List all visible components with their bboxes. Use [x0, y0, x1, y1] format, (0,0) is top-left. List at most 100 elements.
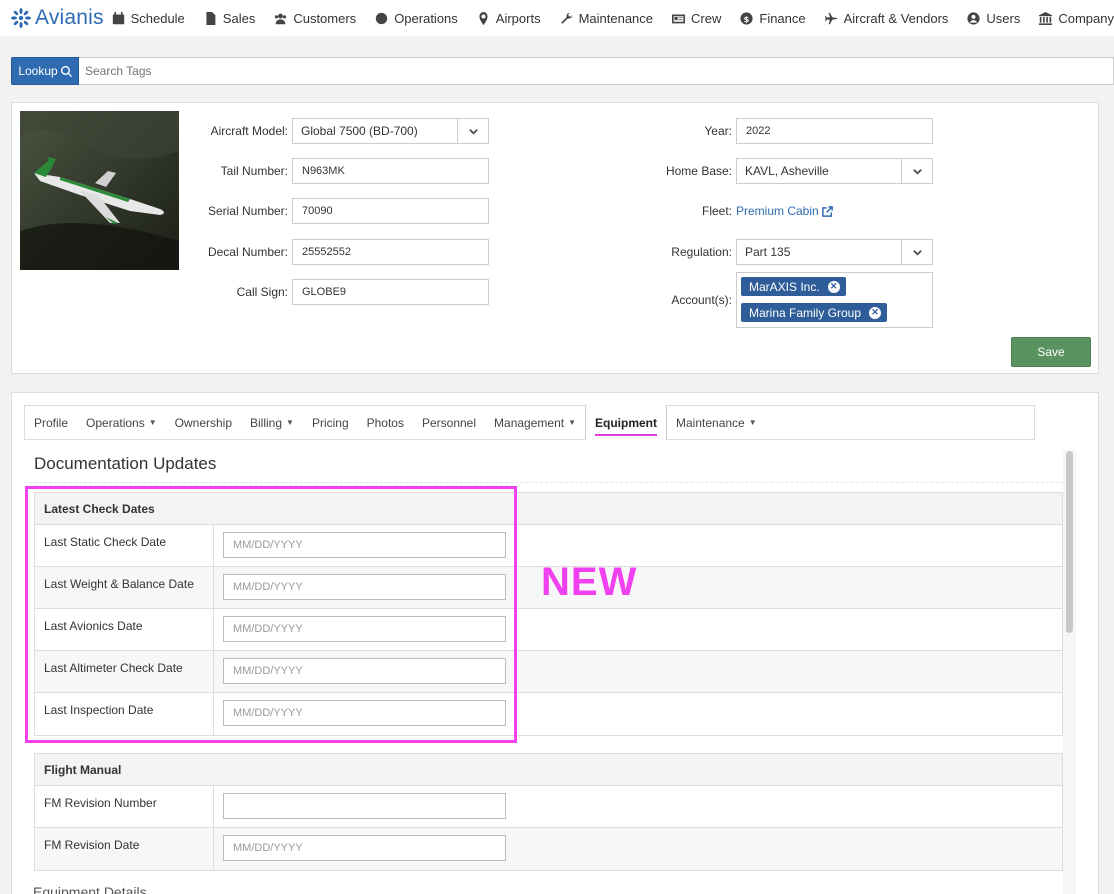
nav-item-schedule[interactable]: Schedule: [112, 11, 185, 26]
nav-item-company[interactable]: Company: [1039, 11, 1114, 26]
row-label: Last Weight & Balance Date: [35, 567, 214, 608]
last-avionics-date-input[interactable]: [223, 616, 506, 642]
tab-pricing[interactable]: Pricing: [303, 406, 358, 440]
users-icon: [275, 13, 287, 24]
nav-item-operations[interactable]: Operations: [375, 11, 458, 26]
nav-item-airports[interactable]: Airports: [477, 11, 541, 26]
fm-revision-date-input[interactable]: [223, 835, 506, 861]
nav-item-sales[interactable]: Sales: [204, 11, 255, 26]
nav-label: Company: [1058, 10, 1114, 26]
tab-maintenance[interactable]: Maintenance ▼: [667, 406, 766, 440]
nav-label: Airports: [495, 10, 541, 26]
fleet-link-text: Premium Cabin: [736, 204, 819, 218]
tab-label: Profile: [34, 415, 69, 430]
row-label: Last Static Check Date: [35, 525, 214, 566]
nav-item-customers[interactable]: Customers: [274, 11, 356, 26]
plane-icon: [824, 12, 837, 24]
flight-manual-table: Flight Manual FM Revision Number FM Revi…: [34, 753, 1063, 871]
regulation-value: Part 135: [745, 245, 791, 259]
top-navigation: Avianis Schedule Sales Customers Operati…: [0, 0, 1114, 36]
section-divider: [24, 482, 1064, 483]
nav-item-aircraft-vendors[interactable]: Aircraft & Vendors: [824, 10, 949, 26]
avianis-logo-icon: [11, 8, 31, 28]
nav-menu: Schedule Sales Customers Operations Airp…: [112, 11, 1114, 26]
account-tag-label: Marina Family Group: [749, 305, 862, 320]
tab-ownership[interactable]: Ownership: [166, 406, 241, 440]
table-header: Flight Manual: [35, 754, 1062, 786]
nav-label: Aircraft & Vendors: [843, 10, 949, 26]
decal-number-input[interactable]: [292, 239, 489, 265]
globe-icon: [376, 12, 388, 24]
regulation-select[interactable]: Part 135: [736, 239, 933, 265]
aircraft-photo-graphic: [20, 111, 179, 270]
svg-text:$: $: [744, 13, 750, 23]
year-label: Year:: [704, 124, 732, 138]
caret-down-icon: ▼: [748, 418, 757, 427]
nav-label: Schedule: [130, 10, 185, 26]
accounts-tag-input[interactable]: MarAXIS Inc. ✕ Marina Family Group ✕: [736, 272, 933, 328]
aircraft-details-card: Aircraft Model: Global 7500 (BD-700) Tai…: [11, 102, 1099, 374]
tab-profile[interactable]: Profile: [25, 406, 77, 440]
nav-item-maintenance[interactable]: Maintenance: [560, 11, 653, 26]
lookup-bar: Lookup: [11, 57, 1114, 85]
nav-label: Users: [986, 10, 1021, 26]
equipment-panel: Profile Operations ▼ Ownership Billing ▼ P…: [11, 392, 1099, 894]
search-tags-input[interactable]: [79, 57, 1114, 85]
chevron-down-icon[interactable]: [901, 240, 932, 264]
brand-logo[interactable]: Avianis: [0, 6, 112, 30]
row-label: Last Inspection Date: [35, 693, 214, 735]
last-inspection-date-input[interactable]: [223, 700, 506, 726]
nav-item-users[interactable]: Users: [967, 11, 1020, 26]
save-button[interactable]: Save: [1011, 337, 1091, 367]
chevron-down-icon[interactable]: [457, 119, 488, 143]
remove-tag-icon[interactable]: ✕: [869, 306, 882, 319]
scrollbar-thumb[interactable]: [1066, 451, 1073, 633]
tab-label: Billing: [250, 415, 283, 430]
tab-management[interactable]: Management ▼: [485, 406, 585, 440]
tail-number-label: Tail Number:: [220, 164, 288, 178]
fleet-link[interactable]: Premium Cabin: [736, 204, 833, 218]
tab-billing[interactable]: Billing ▼: [241, 406, 303, 440]
chevron-down-icon[interactable]: [901, 159, 932, 183]
aircraft-model-select[interactable]: Global 7500 (BD-700): [292, 118, 489, 144]
accounts-label: Account(s):: [671, 293, 732, 307]
tab-personnel[interactable]: Personnel: [413, 406, 485, 440]
lookup-button[interactable]: Lookup: [11, 57, 79, 85]
serial-number-input[interactable]: [292, 198, 489, 224]
tab-photos[interactable]: Photos: [358, 406, 413, 440]
document-icon: [206, 11, 216, 25]
remove-tag-icon[interactable]: ✕: [827, 280, 840, 293]
year-input[interactable]: [736, 118, 933, 144]
caret-down-icon: ▼: [568, 418, 576, 427]
nav-item-crew[interactable]: Crew: [672, 11, 721, 26]
last-static-check-date-input[interactable]: [223, 532, 506, 558]
user-circle-icon: [967, 11, 980, 25]
last-weight-balance-date-input[interactable]: [223, 574, 506, 600]
tab-operations[interactable]: Operations ▼: [77, 406, 166, 440]
home-base-select[interactable]: KAVL, Asheville: [736, 158, 933, 184]
wrench-icon: [560, 12, 572, 24]
tab-equipment[interactable]: Equipment: [585, 405, 667, 440]
nav-item-finance[interactable]: $ Finance: [740, 11, 806, 26]
new-annotation: NEW: [541, 560, 638, 604]
fleet-label: Fleet:: [701, 204, 732, 218]
call-sign-label: Call Sign:: [236, 285, 288, 299]
tab-label: Personnel: [421, 415, 477, 430]
fm-revision-number-input[interactable]: [223, 793, 506, 819]
account-tag: Marina Family Group ✕: [741, 303, 888, 322]
table-row: FM Revision Number: [35, 786, 1062, 828]
external-link-icon: [821, 205, 833, 217]
tab-label: Ownership: [174, 415, 232, 430]
regulation-label: Regulation:: [671, 245, 732, 259]
serial-number-label: Serial Number:: [207, 204, 288, 218]
active-tab-underline: [595, 434, 657, 436]
call-sign-input[interactable]: [292, 279, 489, 305]
bank-icon: [1039, 11, 1053, 25]
aircraft-photo: [20, 111, 179, 270]
id-card-icon: [672, 13, 686, 23]
latest-check-dates-table: Latest Check Dates Last Static Check Dat…: [34, 492, 1063, 736]
last-altimeter-check-date-input[interactable]: [223, 658, 506, 684]
tab-label: Operations: [86, 415, 145, 430]
tail-number-input[interactable]: [292, 158, 489, 184]
home-base-value: KAVL, Asheville: [745, 164, 829, 178]
